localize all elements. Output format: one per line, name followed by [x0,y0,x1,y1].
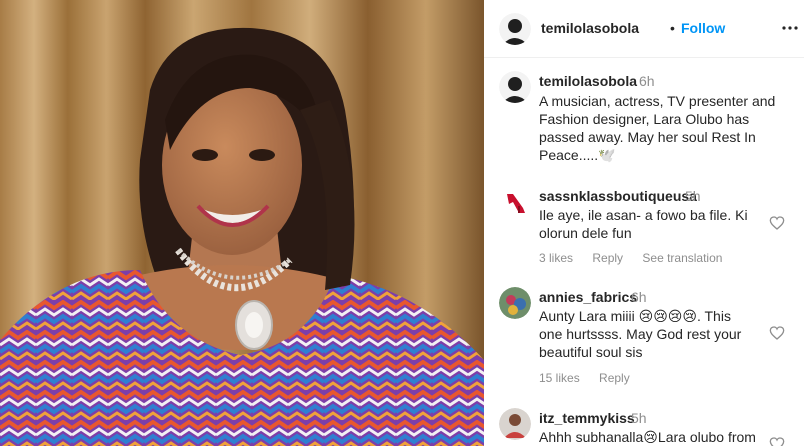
post-side-panel: temilolasobola • Follow temilolasobola 6… [484,0,804,446]
post-photo[interactable] [0,0,484,446]
comment-time: 5h [685,188,701,204]
comment-meta: 15 likes Reply [539,371,646,385]
like-heart-icon[interactable] [769,215,785,231]
comment-reply-button[interactable]: Reply [599,371,630,385]
comment-avatar[interactable] [499,186,531,218]
comment-username[interactable]: itz_temmykiss [539,410,635,426]
comment-reply-button[interactable]: Reply [592,251,623,265]
comment-likes[interactable]: 3 likes [539,251,573,265]
comment-username[interactable]: annies_fabrics [539,289,637,305]
header-separator: • [670,20,675,36]
comment-time: 6h [631,289,647,305]
comment-time: 5h [631,410,647,426]
portrait-illustration [0,0,484,446]
comment-text: Ile aye, ile asan- a fowo ba file. Ki ol… [539,207,748,241]
caption-time: 6h [639,73,655,89]
more-options-icon[interactable] [778,16,802,40]
follow-button[interactable]: Follow [681,20,725,36]
author-avatar[interactable] [499,13,531,45]
comment-meta: 3 likes Reply See translation [539,251,738,265]
comment-text: Aunty Lara miiii 😢😢😢😢. This one hurtssss… [539,308,742,360]
comment-avatar[interactable] [499,287,531,319]
comments-list[interactable]: temilolasobola 6h A musician, actress, T… [484,58,804,446]
author-username[interactable]: temilolasobola [541,20,639,36]
comment-likes[interactable]: 15 likes [539,371,580,385]
post-header: temilolasobola • Follow [484,0,804,58]
caption-avatar[interactable] [499,71,531,103]
comment-avatar[interactable] [499,408,531,440]
caption-username[interactable]: temilolasobola [539,73,637,89]
see-translation-button[interactable]: See translation [642,251,722,265]
like-heart-icon[interactable] [769,436,785,446]
like-heart-icon[interactable] [769,325,785,341]
caption-text: A musician, actress, TV presenter and Fa… [539,93,776,163]
comment-username[interactable]: sassnklassboutiqueusa [539,188,697,204]
comment-text: Ahhh subhanalla😢Lara olubo from [539,429,756,445]
